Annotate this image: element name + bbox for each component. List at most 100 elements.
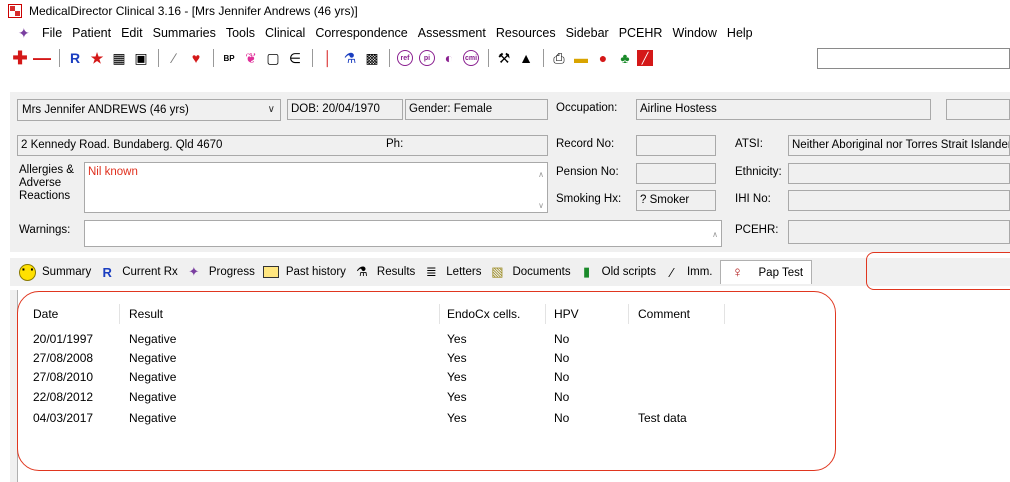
smoking-label: Smoking Hx: — [556, 193, 622, 205]
scroll-up-icon[interactable]: ∧ — [538, 165, 544, 184]
chevron-down-icon: ∨ — [267, 104, 275, 115]
menu-file[interactable]: File — [42, 26, 62, 40]
toolbar-divider — [389, 49, 390, 67]
tab-current-rx[interactable]: R Current Rx — [98, 260, 178, 284]
title-bar: MedicalDirector Clinical 3.16 - [Mrs Jen… — [0, 0, 1010, 22]
ref-label: ref — [397, 50, 413, 66]
hearing-icon[interactable]: ∈ — [285, 48, 305, 68]
menu-window[interactable]: Window — [672, 26, 716, 40]
person-icon[interactable]: ● — [593, 48, 613, 68]
tab-results[interactable]: ⚗ Results — [353, 260, 415, 284]
extra-field[interactable] — [946, 99, 1010, 120]
patient-name: Mrs Jennifer ANDREWS (46 yrs) — [22, 104, 189, 116]
pen-icon[interactable]: ∕ — [164, 48, 184, 68]
tab-immunisation[interactable]: ∕ Imm. — [663, 260, 713, 284]
record-icon[interactable]: ◐ — [439, 48, 459, 68]
ihi-field[interactable] — [788, 190, 1010, 211]
documents-icon: ▧ — [491, 264, 504, 279]
menu-summaries[interactable]: Summaries — [153, 26, 216, 40]
tab-immunisation-label: Imm. — [686, 266, 713, 278]
warnings-field[interactable]: ∧ — [84, 220, 722, 247]
pi-icon[interactable]: pi — [417, 48, 437, 68]
menu-resources[interactable]: Resources — [496, 26, 556, 40]
heart-icon[interactable]: ♥ — [186, 48, 206, 68]
menu-assessment[interactable]: Assessment — [418, 26, 486, 40]
prescription-icon[interactable]: R — [65, 48, 85, 68]
thermometer-icon[interactable]: │ — [318, 48, 338, 68]
window-title: MedicalDirector Clinical 3.16 - [Mrs Jen… — [29, 4, 358, 18]
scan-icon[interactable]: ▦ — [109, 48, 129, 68]
cmi-icon[interactable]: cmi — [461, 48, 481, 68]
menu-help[interactable]: Help — [727, 26, 753, 40]
pension-no-field[interactable] — [636, 163, 716, 184]
allergies-value: Nil known — [88, 166, 138, 178]
prescription-icon: R — [102, 264, 112, 280]
menu-sidebar[interactable]: Sidebar — [566, 26, 609, 40]
menu-app-icon[interactable]: ✦ — [18, 25, 36, 41]
lungs-icon[interactable]: ❦ — [241, 48, 261, 68]
run-icon[interactable]: ★ — [87, 48, 107, 68]
occupation-field[interactable]: Airline Hostess — [636, 99, 931, 120]
female-symbol-icon: ♀ — [731, 264, 744, 281]
tab-old-scripts[interactable]: ▮ Old scripts — [578, 260, 656, 284]
tools-icon[interactable]: ⚒ — [494, 48, 514, 68]
graduate-icon[interactable]: ▲ — [516, 48, 536, 68]
record-no-field[interactable] — [636, 135, 716, 156]
tab-bar: Summary R Current Rx ✦ Progress Past his… — [10, 258, 1010, 286]
occupation-label: Occupation: — [556, 102, 618, 114]
atsi-field[interactable]: Neither Aboriginal nor Torres Strait Isl… — [788, 135, 1010, 156]
toolbar: ✚ — R ★ ▦ ▣ ∕ ♥ BP ❦ ▢ ∈ │ ⚗ ▩ ref pi ◐ … — [0, 44, 1010, 72]
dob-field: DOB: 20/04/1970 — [287, 99, 403, 120]
record-no-label: Record No: — [556, 138, 615, 150]
folder-icon[interactable]: ▬ — [571, 48, 591, 68]
allergies-label-line3: Reactions — [19, 190, 71, 202]
address-value: 2 Kennedy Road. Bundaberg. Qld 4670 — [21, 139, 223, 151]
allergies-field[interactable]: Nil known ∧ ∨ — [84, 162, 548, 213]
address-field[interactable]: 2 Kennedy Road. Bundaberg. Qld 4670 — [17, 135, 548, 156]
ethnicity-field[interactable] — [788, 163, 1010, 184]
add-patient-icon[interactable]: ✚ — [10, 48, 30, 68]
menu-pcehr[interactable]: PCEHR — [619, 26, 663, 40]
pension-no-label: Pension No: — [556, 166, 619, 178]
print-icon[interactable]: ⎙ — [549, 48, 569, 68]
scroll-down-icon[interactable]: ∨ — [538, 196, 544, 212]
tab-progress[interactable]: ✦ Progress — [185, 260, 254, 284]
tab-letters[interactable]: ≣ Letters — [422, 260, 482, 284]
pathology-icon[interactable]: ⚗ — [340, 48, 360, 68]
tab-documents[interactable]: ▧ Documents — [488, 260, 570, 284]
pcehr-field[interactable] — [788, 220, 1010, 244]
tree-icon[interactable]: ♣ — [615, 48, 635, 68]
menu-bar: ✦ File Patient Edit Summaries Tools Clin… — [0, 22, 1010, 44]
toolbar-divider — [213, 49, 214, 67]
chart-icon[interactable]: ╱ — [637, 50, 653, 66]
menu-edit[interactable]: Edit — [121, 26, 143, 40]
menu-patient[interactable]: Patient — [72, 26, 111, 40]
graph-icon[interactable]: ▩ — [362, 48, 382, 68]
ref-icon[interactable]: ref — [395, 48, 415, 68]
allergies-label-line1: Allergies & — [19, 164, 74, 176]
progress-icon: ✦ — [188, 264, 200, 279]
toolbar-divider — [158, 49, 159, 67]
scripts-icon: ▮ — [583, 264, 591, 279]
pap-test-table-highlight — [17, 291, 836, 471]
menu-clinical[interactable]: Clinical — [265, 26, 305, 40]
toolbar-search-input[interactable] — [817, 48, 1010, 69]
tab-past-history[interactable]: Past history — [262, 260, 346, 284]
smoking-field[interactable]: ? Smoker — [636, 190, 716, 211]
warnings-label: Warnings: — [19, 224, 71, 236]
syringe-icon: ∕ — [670, 264, 674, 280]
atsi-value: Neither Aboriginal nor Torres Strait Isl… — [792, 139, 1010, 151]
patient-select[interactable]: Mrs Jennifer ANDREWS (46 yrs) ∨ — [17, 99, 281, 121]
scroll-up-icon[interactable]: ∧ — [712, 225, 718, 244]
gender-value: Gender: Female — [409, 103, 493, 115]
tab-past-history-label: Past history — [285, 266, 346, 278]
tab-pap-test[interactable]: ♀ Pap Test — [719, 260, 813, 284]
remove-icon[interactable]: — — [32, 48, 52, 68]
menu-correspondence[interactable]: Correspondence — [315, 26, 407, 40]
tab-summary[interactable]: Summary — [18, 260, 91, 284]
menu-tools[interactable]: Tools — [226, 26, 255, 40]
clipboard-icon[interactable]: ▢ — [263, 48, 283, 68]
blood-pressure-icon[interactable]: BP — [219, 48, 239, 68]
notes-icon[interactable]: ▣ — [131, 48, 151, 68]
ihi-label: IHI No: — [735, 193, 771, 205]
